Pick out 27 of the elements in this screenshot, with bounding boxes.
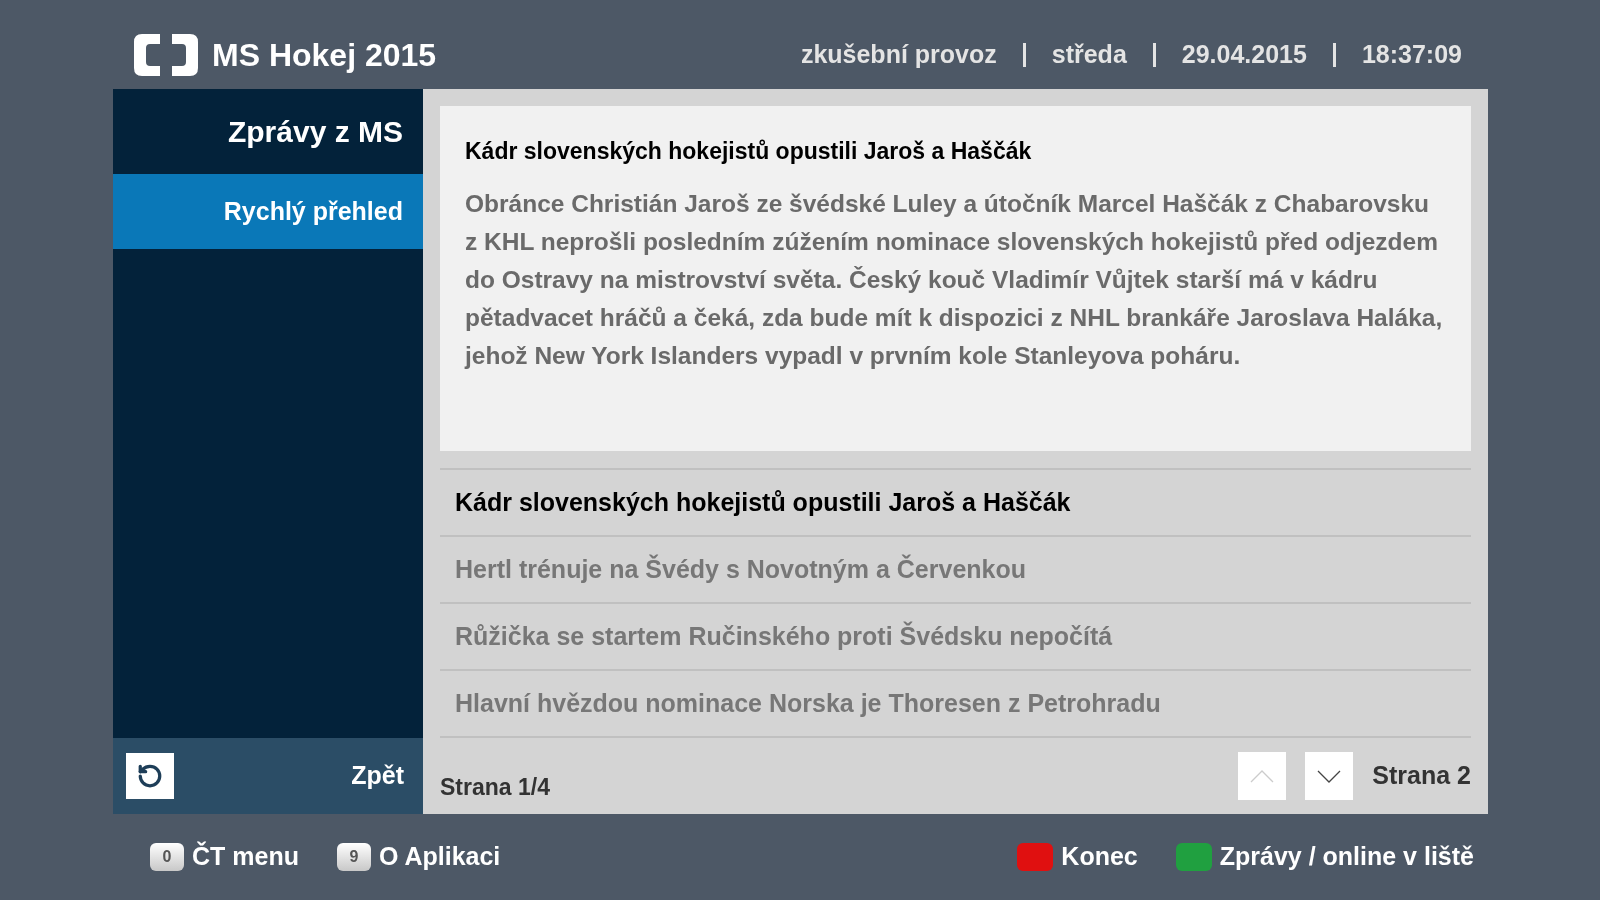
status-text: středa — [1051, 38, 1127, 70]
chevron-up-icon — [1250, 769, 1275, 783]
article-title: Kádr slovenských hokejistů opustili Jaroš a Haščák — [465, 137, 1033, 166]
app-title: MS Hokej 2015 — [212, 35, 437, 75]
headline-item[interactable]: Růžička se startem Ručinského proti Švédsku nepočítá — [440, 604, 1471, 671]
key-label: ČT menu — [192, 840, 299, 873]
next-page-label[interactable]: Strana 2 — [1372, 757, 1471, 795]
status-text: 18:37:09 — [1361, 38, 1462, 70]
sidebar-title: Zprávy z MS — [226, 114, 404, 150]
remote-key: 9 — [336, 843, 371, 871]
headline-item[interactable]: Hlavní hvězdou nominace Norska je Thoresen z Petrohradu — [440, 671, 1471, 738]
headline-item[interactable]: Kádr slovenských hokejistů opustili Jaroš a Haščák — [440, 470, 1471, 537]
key-label: Zprávy / online v liště — [1219, 841, 1474, 873]
remote-key: 0 — [150, 843, 184, 871]
back-label[interactable]: Zpět — [351, 757, 410, 795]
chevron-down-icon — [1317, 769, 1342, 783]
article-body: Obránce Christián Jaroš ze švédské Luley a útočník Marcel Haščák z Chabarovsku z KHL neprošli posledním zúžením nominace slovenských hokejistů před odjezdem do Ostravy na mistrovství světa. Český kouč Vladimír Vůjtek starší má v kádru pětadvacet hráčů a čeká, zda bude mít k dispozici z NHL brankáře Jaroslava Haláka, jehož New York Islanders vypadl v prvním kole Stanleyova poháru. — [465, 188, 1444, 371]
logo-icon — [132, 31, 200, 78]
back-icon[interactable] — [126, 753, 174, 799]
page-indicator: Strana 1/4 — [440, 772, 550, 802]
key-label: Konec — [1061, 841, 1138, 873]
sidebar-item[interactable]: Rychlý přehled — [113, 174, 423, 249]
key-label: O Aplikaci — [378, 841, 501, 873]
page-down-button[interactable] — [1305, 752, 1354, 800]
status-text: zkušební provoz — [800, 38, 997, 70]
status-text: 29.04.2015 — [1181, 38, 1307, 70]
headline-item[interactable]: Hertl trénuje na Švédy s Novotným a Červenkou — [440, 537, 1471, 604]
